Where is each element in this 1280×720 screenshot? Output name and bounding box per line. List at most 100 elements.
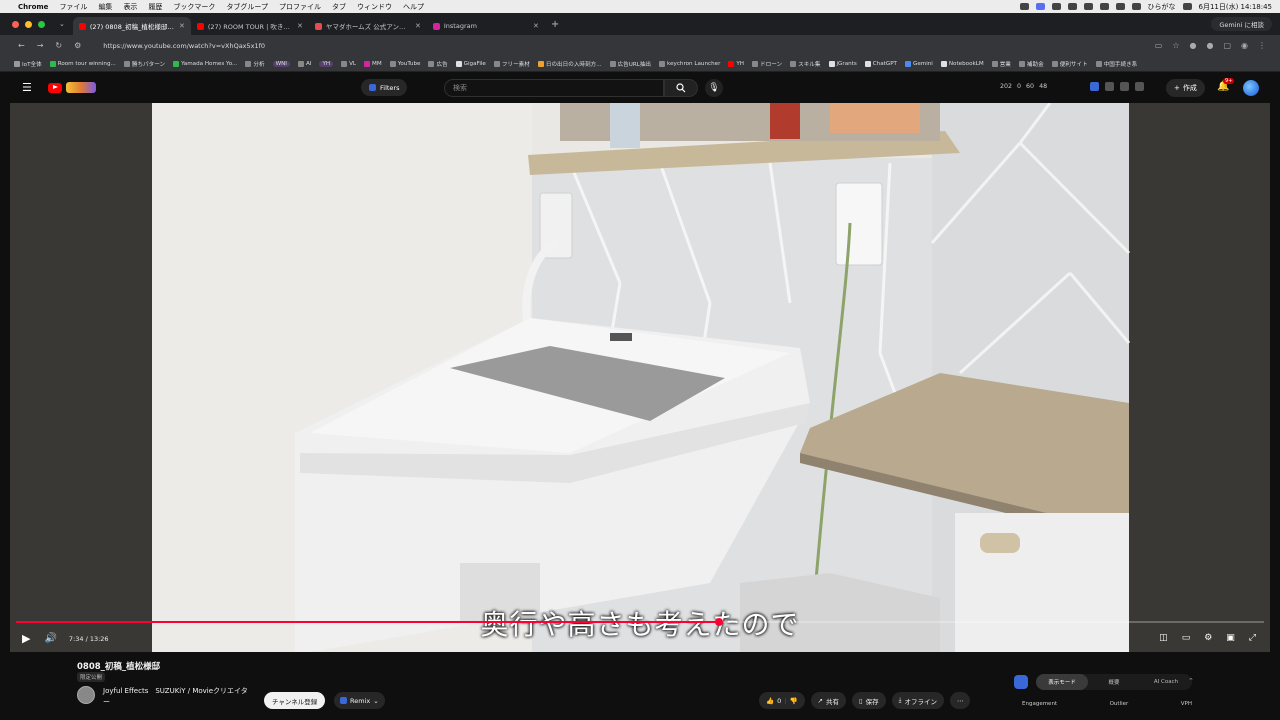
account-avatar[interactable] [1243, 80, 1259, 96]
browser-tab[interactable]: (27) 0808_初稿_植松様邸 - YouTube ✕ [72, 17, 191, 35]
bookmark-item[interactable]: AI [297, 60, 311, 67]
extension-icon[interactable]: ● [1206, 41, 1213, 50]
cast-icon[interactable]: ▭ [1155, 41, 1163, 50]
status-icon[interactable] [1099, 3, 1109, 10]
extension-icon[interactable] [1105, 82, 1114, 91]
site-info-icon[interactable]: ⚙ [74, 41, 81, 50]
tab-search-icon[interactable]: ⌄ [59, 20, 65, 28]
menu-help[interactable]: ヘルプ [403, 2, 424, 12]
url-field[interactable]: https://www.youtube.com/watch?v=vXhQax5x… [103, 42, 265, 50]
filters-button[interactable]: Filters [361, 79, 408, 96]
play-icon[interactable]: ▶ [22, 632, 30, 645]
bookmark-item[interactable]: WNI [272, 60, 290, 67]
chevron-up-icon[interactable]: ⌃ [1188, 677, 1194, 685]
extension-player-icon[interactable]: ◫ [1159, 633, 1168, 643]
bookmark-item[interactable]: 日の出日の入時刻方... [537, 60, 602, 68]
bookmark-item[interactable]: YH [728, 60, 744, 67]
save-button[interactable]: ▯ 保存 [851, 692, 886, 709]
bookmark-item[interactable]: スキル集 [790, 60, 821, 68]
volume-icon[interactable] [1115, 3, 1125, 10]
subscribe-button[interactable]: チャンネル登録 [264, 692, 326, 709]
gemini-button[interactable]: Gemini に相談 [1211, 17, 1272, 31]
bookmark-item[interactable]: Room tour winning... [49, 60, 116, 67]
channel-name[interactable]: Joyful Effects SUZUKiY / Movieクリエイター [103, 686, 253, 708]
tab-close-icon[interactable]: ✕ [297, 22, 303, 30]
menu-hamburger-icon[interactable]: ☰ [22, 81, 32, 94]
create-button[interactable]: + 作成 [1166, 79, 1205, 97]
video-player[interactable]: 奥行や高さも考えたので ▶ 🔊 7:34 / 13:26 ◫ ▭ ⚙ ▣ ⤢ [10, 103, 1270, 652]
bookmark-item[interactable]: IoT全体 [14, 60, 42, 68]
bookmark-item[interactable]: 広告 [428, 60, 448, 68]
status-icon[interactable] [1067, 3, 1077, 10]
settings-gear-icon[interactable]: ⚙ [1204, 633, 1212, 643]
more-actions-button[interactable]: ⋯ [949, 692, 971, 709]
extension-icon[interactable] [1135, 82, 1144, 91]
control-center-icon[interactable] [1182, 3, 1192, 10]
share-button[interactable]: ↗ 共有 [810, 692, 846, 709]
reload-icon[interactable]: ↻ [55, 41, 62, 50]
menu-edit[interactable]: 編集 [98, 2, 112, 12]
remix-button[interactable]: Remix ⌄ [334, 692, 385, 709]
extension-logo-icon[interactable] [1014, 675, 1028, 689]
wifi-icon[interactable] [1131, 3, 1141, 10]
status-icon[interactable] [1019, 3, 1029, 10]
tab-close-icon[interactable]: ✕ [415, 22, 421, 30]
bookmark-item[interactable]: ChatGPT [864, 60, 897, 67]
bookmark-item[interactable]: ドローン [752, 60, 782, 68]
status-icon[interactable] [1051, 3, 1061, 10]
menu-profiles[interactable]: プロファイル [279, 2, 321, 12]
tab-display-mode[interactable]: 表示モード [1036, 674, 1088, 690]
close-window-icon[interactable] [12, 20, 19, 28]
bookmark-item[interactable]: 便利サイト [1051, 60, 1088, 68]
more-menu-icon[interactable]: ⋮ [1258, 41, 1266, 50]
search-button[interactable] [664, 79, 698, 97]
menu-tab[interactable]: タブ [332, 2, 346, 12]
menu-history[interactable]: 履歴 [148, 2, 162, 12]
minimize-window-icon[interactable] [25, 20, 32, 28]
zoom-window-icon[interactable] [38, 20, 45, 28]
menu-window[interactable]: ウィンドウ [357, 2, 392, 12]
bookmark-item[interactable]: 補助金 [1018, 60, 1044, 68]
volume-icon[interactable]: 🔊 [44, 633, 56, 644]
bookmark-item[interactable]: NotebookLM [940, 60, 984, 67]
bookmark-item[interactable]: 勝ちパターン [123, 60, 165, 68]
thumbs-down-icon[interactable]: 👎 [789, 697, 797, 705]
bookmark-item[interactable]: 分析 [245, 60, 265, 68]
fullscreen-icon[interactable]: ⤢ [1249, 633, 1256, 643]
extension-icon[interactable] [1090, 82, 1099, 91]
bookmark-item[interactable]: GigaFile [455, 60, 486, 67]
menu-file[interactable]: ファイル [59, 2, 87, 12]
status-active-icon[interactable] [1035, 3, 1045, 10]
status-icon[interactable] [1083, 3, 1093, 10]
bookmark-item[interactable]: keychron Launcher [659, 60, 720, 67]
bookmark-item[interactable]: jGrants [828, 60, 857, 67]
menu-app-name[interactable]: Chrome [18, 3, 48, 11]
back-icon[interactable]: ← [18, 41, 25, 50]
bookmark-item[interactable]: Yamada Homes Yo... [173, 60, 237, 67]
forward-icon[interactable]: → [37, 41, 44, 50]
bookmark-item[interactable]: 営業 [991, 60, 1011, 68]
extension-icon[interactable] [1120, 82, 1129, 91]
bookmark-item[interactable]: YouTube [389, 60, 420, 67]
voice-search-button[interactable]: 🎙 [705, 79, 723, 97]
tab-overview[interactable]: 概要 [1088, 674, 1140, 690]
menu-view[interactable]: 表示 [123, 2, 137, 12]
menu-tabgroups[interactable]: タブグループ [226, 2, 268, 12]
miniplayer-icon[interactable]: ▣ [1226, 633, 1235, 643]
tab-ai-coach[interactable]: AI Coach [1140, 674, 1192, 690]
extensions-puzzle-icon[interactable]: ▢ [1223, 41, 1231, 50]
offline-button[interactable]: ⤓ オフライン [891, 692, 944, 709]
bookmark-item[interactable]: MM [364, 60, 382, 67]
tab-close-icon[interactable]: ✕ [533, 22, 539, 30]
browser-tab[interactable]: (27) ROOM TOUR | 吹き抜け ✕ [191, 17, 309, 35]
bookmark-item[interactable]: YH [319, 60, 334, 67]
menu-clock[interactable]: 6月11日(水) 14:18:45 [1199, 2, 1273, 12]
bookmark-item[interactable]: 中国手続き系 [1095, 60, 1137, 68]
extension-icon[interactable]: ● [1189, 41, 1196, 50]
browser-tab[interactable]: ヤマダホームズ 公式アンバサダー ✕ [309, 17, 427, 35]
notifications-button[interactable]: 🔔 9+ [1217, 78, 1235, 92]
menu-bookmarks[interactable]: ブックマーク [173, 2, 215, 12]
youtube-logo[interactable] [47, 82, 96, 93]
search-input[interactable]: 検索 [444, 79, 664, 97]
browser-tab[interactable]: Instagram ✕ [427, 17, 545, 35]
